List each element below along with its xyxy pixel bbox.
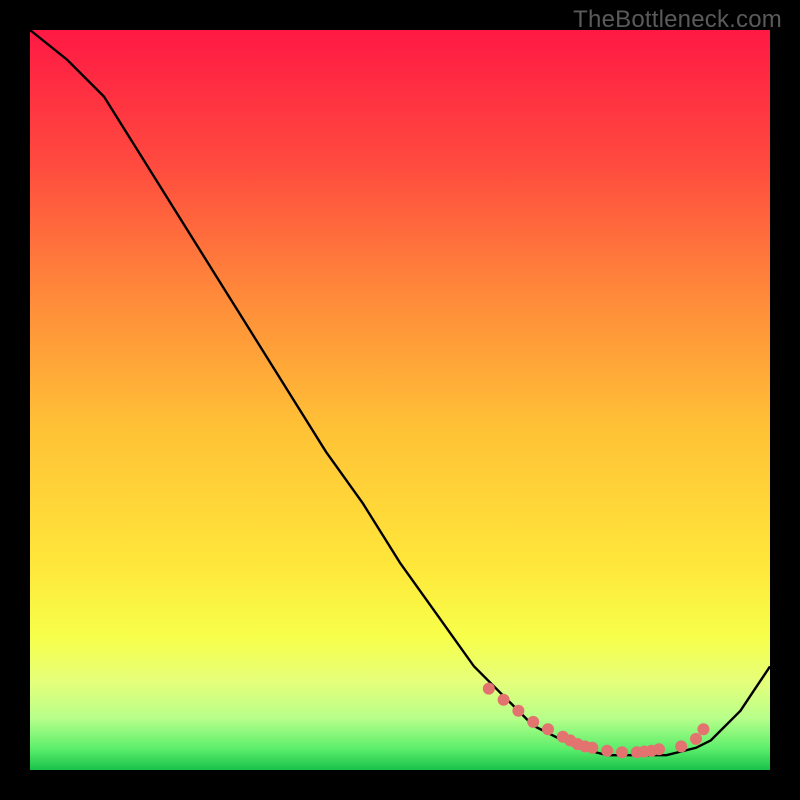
- marker-point: [653, 743, 665, 755]
- marker-point: [601, 745, 613, 757]
- marker-point: [542, 723, 554, 735]
- marker-point: [690, 733, 702, 745]
- marker-point: [527, 716, 539, 728]
- gradient-background: [30, 30, 770, 770]
- marker-point: [616, 746, 628, 758]
- chart-stage: TheBottleneck.com: [0, 0, 800, 800]
- marker-point: [512, 705, 524, 717]
- marker-point: [697, 723, 709, 735]
- marker-point: [586, 742, 598, 754]
- marker-point: [675, 740, 687, 752]
- marker-point: [498, 694, 510, 706]
- plot-area: [30, 30, 770, 770]
- chart-svg: [30, 30, 770, 770]
- marker-point: [483, 683, 495, 695]
